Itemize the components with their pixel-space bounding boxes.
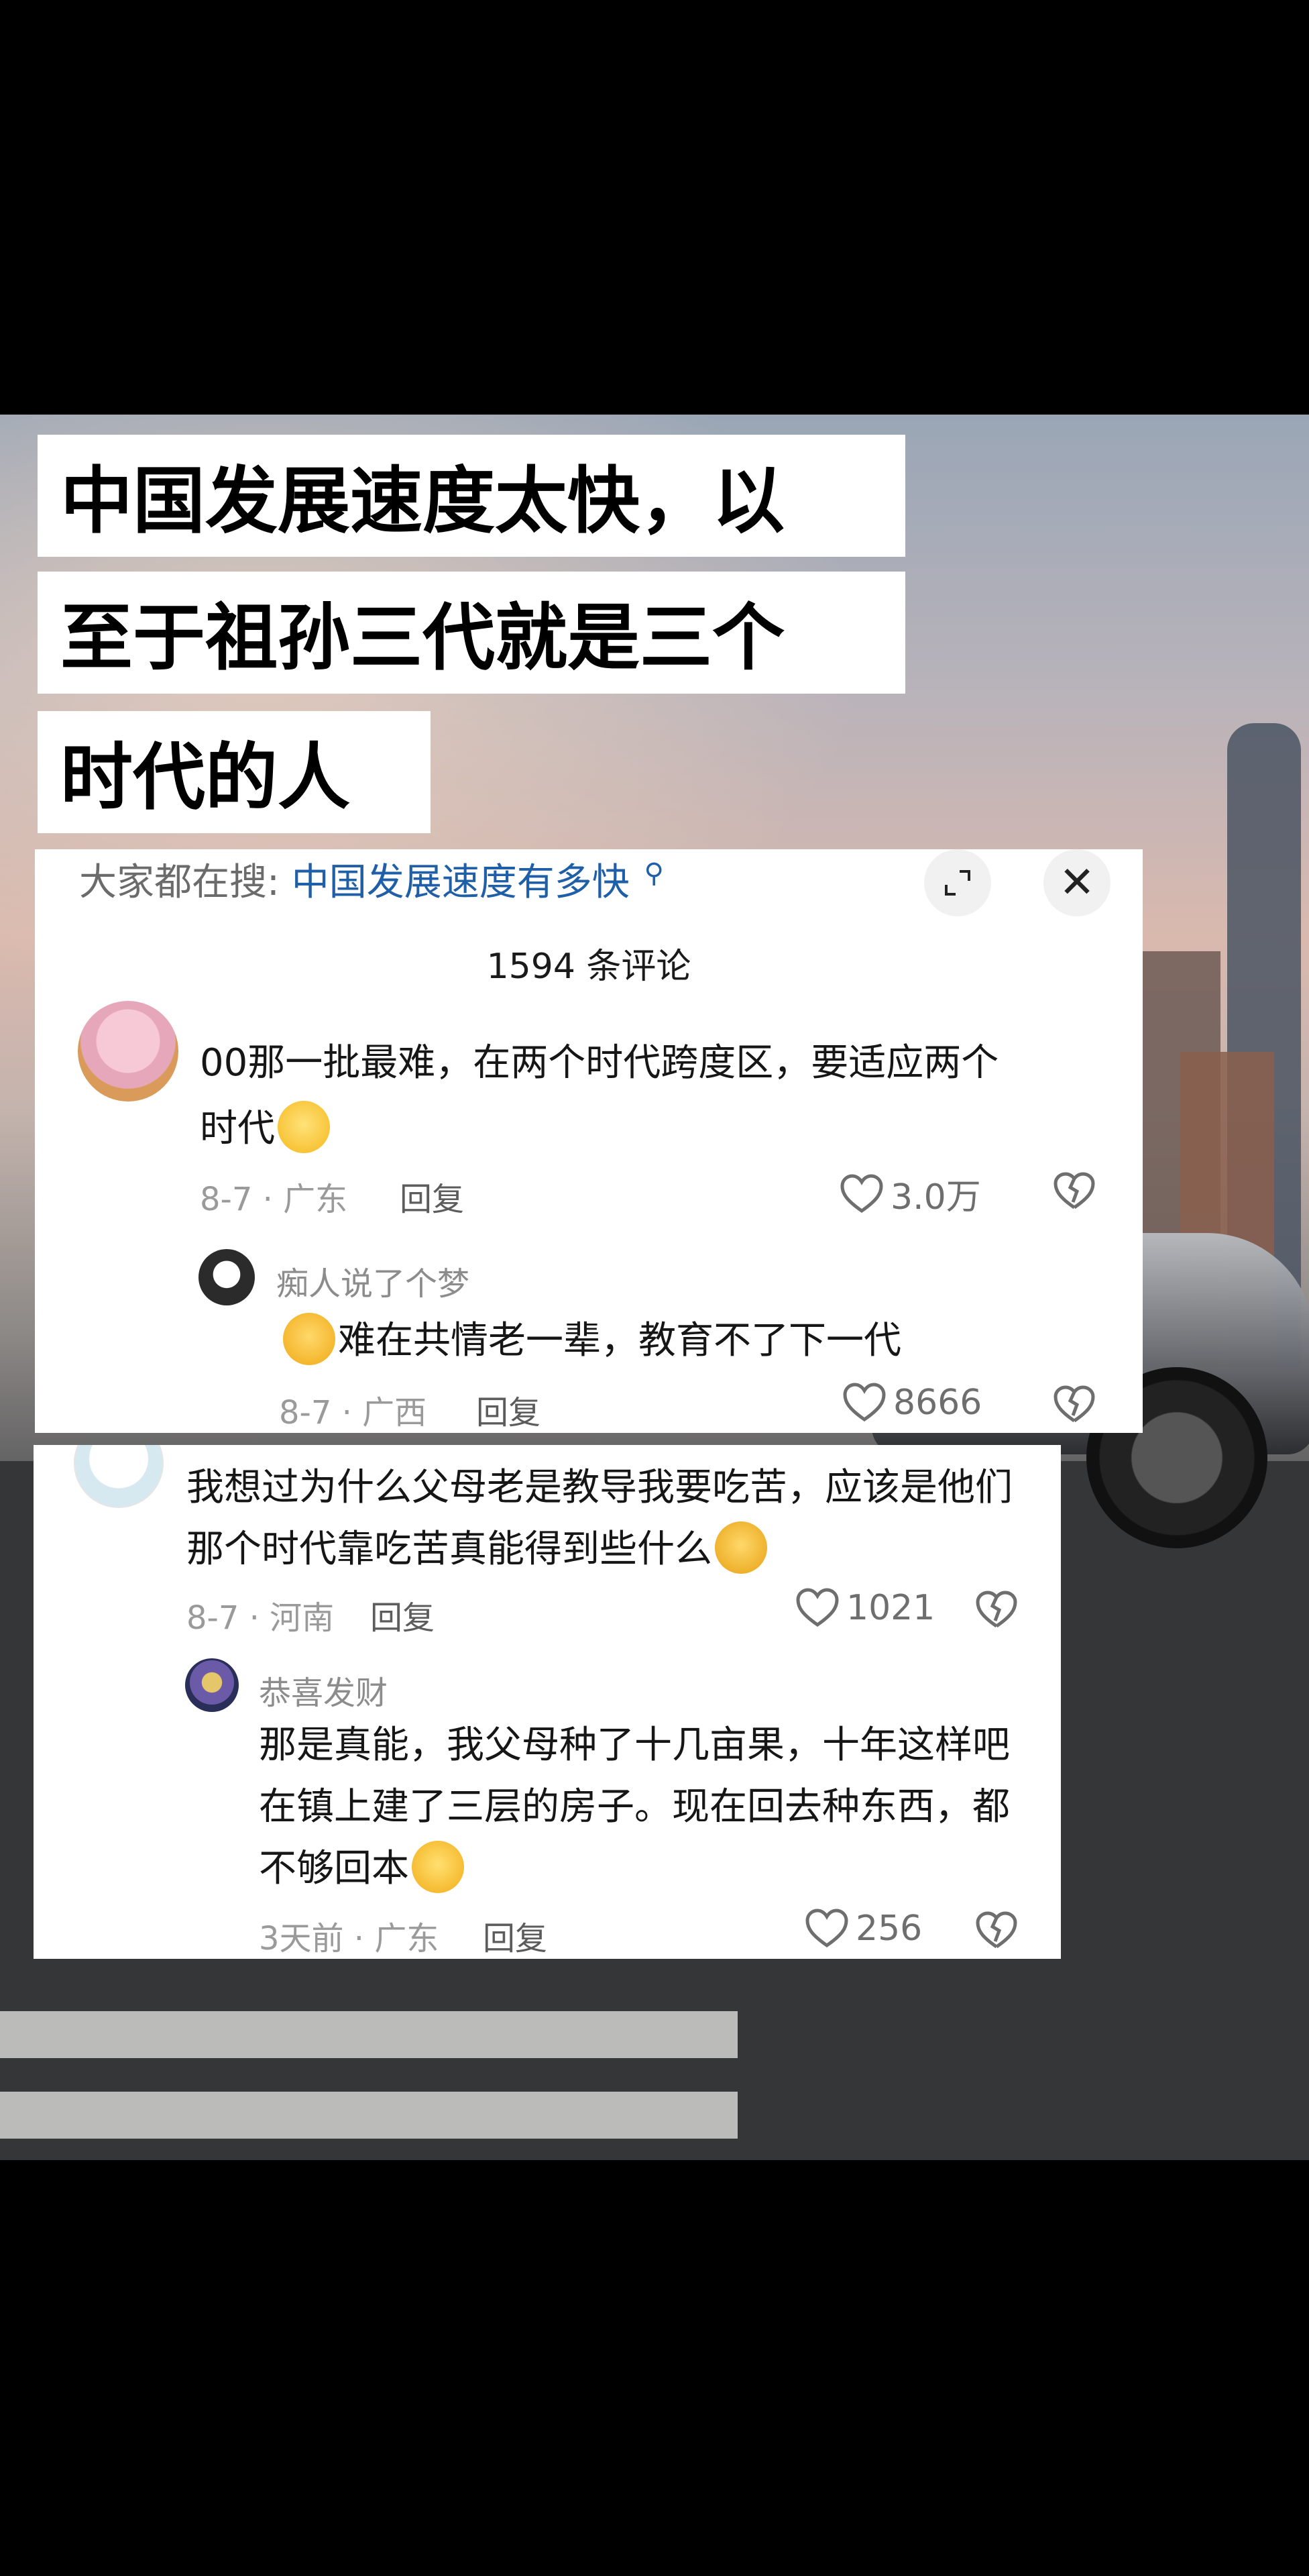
reply-username[interactable]: 痴人说了个梦 bbox=[276, 1257, 469, 1304]
search-suggestion[interactable]: 大家都在搜: 中国发展速度有多快 ⚲ bbox=[79, 853, 664, 912]
like-count: 3.0万 bbox=[891, 1177, 981, 1218]
reply-button[interactable]: 回复 bbox=[370, 1591, 435, 1638]
comment-text-line: 那个时代靠吃苦真能得到些什么 bbox=[186, 1519, 1045, 1580]
headline-line-3: 时代的人 bbox=[38, 711, 431, 833]
reply-date-location: 8-7 · 广西 bbox=[279, 1394, 427, 1432]
reply-username[interactable]: 恭喜发财 bbox=[259, 1666, 388, 1713]
crosswalk-stripe bbox=[0, 2092, 738, 2139]
search-prefix: 大家都在搜: bbox=[79, 861, 280, 904]
like-button[interactable]: 3.0万 bbox=[840, 1169, 981, 1219]
comment-date-location: 8-7 · 广东 bbox=[200, 1181, 348, 1218]
crosswalk-stripe bbox=[0, 2011, 738, 2058]
reply-button[interactable]: 回复 bbox=[400, 1173, 464, 1220]
comment-date-location: 8-7 · 河南 bbox=[186, 1599, 335, 1637]
reply-button[interactable]: 回复 bbox=[476, 1386, 540, 1433]
comment-text-line: 时代 bbox=[200, 1096, 1125, 1162]
comment-text-line: 00那一批最难，在两个时代跨度区，要适应两个 bbox=[200, 1041, 999, 1085]
close-icon: ✕ bbox=[1059, 858, 1095, 908]
laughing-crying-emoji bbox=[412, 1840, 464, 1893]
heart-icon bbox=[805, 1909, 848, 1948]
comment-text-line: 我想过为什么父母老是教导我要吃苦，应该是他们 bbox=[186, 1466, 1013, 1509]
avatar[interactable] bbox=[185, 1658, 239, 1712]
reply-text-part: 不够回本 bbox=[259, 1847, 409, 1890]
reply-text-part: 难在共情老一辈，教育不了下一代 bbox=[338, 1319, 901, 1362]
headline-line-2: 至于祖孙三代就是三个 bbox=[38, 572, 905, 694]
comment-text: 我想过为什么父母老是教导我要吃苦，应该是他们 那个时代靠吃苦真能得到些什么 bbox=[186, 1457, 1045, 1580]
like-button[interactable]: 1021 bbox=[795, 1587, 935, 1629]
reply-text: 那是真能，我父母种了十几亩果，十年这样吧 在镇上建了三层的房子。现在回去种东西，… bbox=[259, 1715, 1043, 1900]
comment-text-part: 那个时代靠吃苦真能得到些什么 bbox=[186, 1527, 712, 1571]
search-term-link[interactable]: 中国发展速度有多快 bbox=[292, 861, 630, 904]
search-icon: ⚲ bbox=[644, 858, 664, 889]
headline-line-1: 中国发展速度太快，以 bbox=[38, 435, 905, 557]
comment-panel: 我想过为什么父母老是教导我要吃苦，应该是他们 那个时代靠吃苦真能得到些什么 8-… bbox=[34, 1445, 1061, 1959]
like-button[interactable]: 8666 bbox=[842, 1382, 982, 1424]
sad-face-emoji bbox=[715, 1521, 767, 1574]
reply-text-line: 那是真能，我父母种了十几亩果，十年这样吧 bbox=[259, 1723, 1010, 1767]
like-button[interactable]: 256 bbox=[805, 1908, 922, 1949]
like-count: 1021 bbox=[846, 1588, 935, 1628]
comment-panel: 大家都在搜: 中国发展速度有多快 ⚲ ✕ 1594 条评论 00那一批最难，在两… bbox=[35, 849, 1143, 1433]
broken-heart-icon[interactable] bbox=[975, 1590, 1018, 1630]
broken-heart-icon[interactable] bbox=[1053, 1385, 1096, 1425]
comment-text-part: 时代 bbox=[200, 1107, 275, 1150]
broken-heart-icon[interactable] bbox=[975, 1911, 1018, 1951]
crying-face-emoji bbox=[283, 1312, 335, 1365]
broken-heart-icon[interactable] bbox=[1053, 1171, 1096, 1212]
reply-text-line: 在镇上建了三层的房子。现在回去种东西，都 bbox=[259, 1785, 1010, 1829]
heart-icon bbox=[840, 1173, 883, 1213]
expand-button[interactable] bbox=[924, 849, 991, 916]
dizzy-face-emoji bbox=[278, 1100, 330, 1153]
avatar[interactable] bbox=[78, 1001, 178, 1102]
heart-icon bbox=[843, 1383, 886, 1422]
comment-text: 00那一批最难，在两个时代跨度区，要适应两个 时代 bbox=[200, 1030, 1125, 1162]
avatar[interactable] bbox=[198, 1249, 255, 1305]
expand-icon bbox=[945, 870, 970, 896]
like-count: 8666 bbox=[893, 1383, 982, 1423]
like-count: 256 bbox=[856, 1909, 923, 1949]
comment-count: 1594 条评论 bbox=[486, 947, 691, 987]
reply-date-location: 3天前 · 广东 bbox=[259, 1920, 439, 1957]
reply-text: 难在共情老一辈，教育不了下一代 bbox=[280, 1308, 1085, 1374]
avatar[interactable] bbox=[74, 1445, 164, 1508]
heart-icon bbox=[796, 1588, 839, 1627]
reply-button[interactable]: 回复 bbox=[483, 1912, 547, 1959]
reply-text-line: 不够回本 bbox=[259, 1838, 1043, 1900]
close-button[interactable]: ✕ bbox=[1043, 849, 1111, 916]
